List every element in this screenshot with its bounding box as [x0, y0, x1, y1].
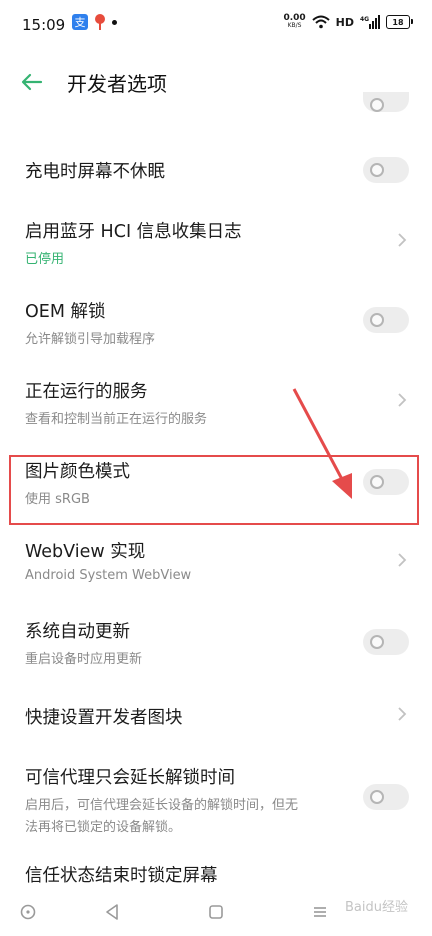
row-title: 充电时屏幕不休眠 — [25, 162, 165, 182]
home-nav-icon[interactable] — [204, 900, 228, 924]
wifi-icon — [311, 15, 330, 29]
network-speed-unit: KB/S — [287, 22, 302, 29]
row-title: 系统自动更新 — [25, 622, 130, 642]
alipay-icon: 支 — [72, 14, 88, 30]
hd-label: HD — [335, 15, 354, 29]
watermark: Baidu经验 — [345, 900, 408, 915]
row-title: 信任状态结束时锁定屏幕 — [25, 866, 218, 886]
row-subtitle: 查看和控制当前正在运行的服务 — [25, 412, 208, 427]
cell-signal-icon: 4G — [360, 15, 380, 29]
network-type-label: 4G — [360, 16, 369, 23]
row-status: 已停用 — [25, 252, 65, 267]
row-title: 可信代理只会延长解锁时间 — [25, 768, 235, 788]
notification-icons: 支 — [72, 14, 117, 30]
network-speed-value: 0.00 — [283, 13, 306, 23]
row-subtitle: Android System WebView — [25, 568, 192, 583]
row-subtitle: 允许解锁引导加载程序 — [25, 332, 156, 347]
row-title: WebView 实现 — [25, 542, 146, 562]
row-title: OEM 解锁 — [25, 302, 106, 322]
row-subtitle: 重启设备时应用更新 — [25, 652, 143, 667]
network-speed: 0.00 KB/S — [283, 14, 305, 30]
system-icons: 0.00 KB/S HD 4G 18 — [283, 14, 413, 30]
battery-icon: 18 — [386, 15, 413, 29]
chevron-right-icon — [398, 393, 407, 407]
chevron-right-icon — [398, 553, 407, 567]
chevron-right-icon — [398, 707, 407, 721]
row-title: 启用蓝牙 HCI 信息收集日志 — [25, 222, 242, 242]
chevron-right-icon — [398, 233, 407, 247]
assistant-icon[interactable] — [16, 900, 40, 924]
row-title: 快捷设置开发者图块 — [25, 708, 183, 728]
recents-nav-icon[interactable] — [308, 900, 332, 924]
location-pin-icon — [94, 14, 106, 30]
back-nav-icon[interactable] — [100, 900, 124, 924]
oem-unlock-toggle[interactable] — [363, 307, 409, 333]
status-bar: 15:09 支 0.00 KB/S HD 4G 18 — [0, 0, 432, 52]
row-subtitle-line-2: 法再将已锁定的设备解锁。 — [25, 820, 182, 835]
back-arrow-icon[interactable] — [20, 70, 44, 94]
status-time: 15:09 — [22, 16, 66, 34]
toggle-partial-top[interactable] — [363, 92, 409, 112]
row-subtitle-line-1: 启用后，可信代理会延长设备的解锁时间，但无 — [25, 798, 299, 813]
row-title: 正在运行的服务 — [25, 382, 148, 402]
auto-update-toggle[interactable] — [363, 629, 409, 655]
stay-awake-toggle[interactable] — [363, 157, 409, 183]
trust-agents-toggle[interactable] — [363, 784, 409, 810]
more-notifications-dot-icon — [112, 19, 117, 25]
annotation-arrow-icon — [292, 388, 352, 499]
